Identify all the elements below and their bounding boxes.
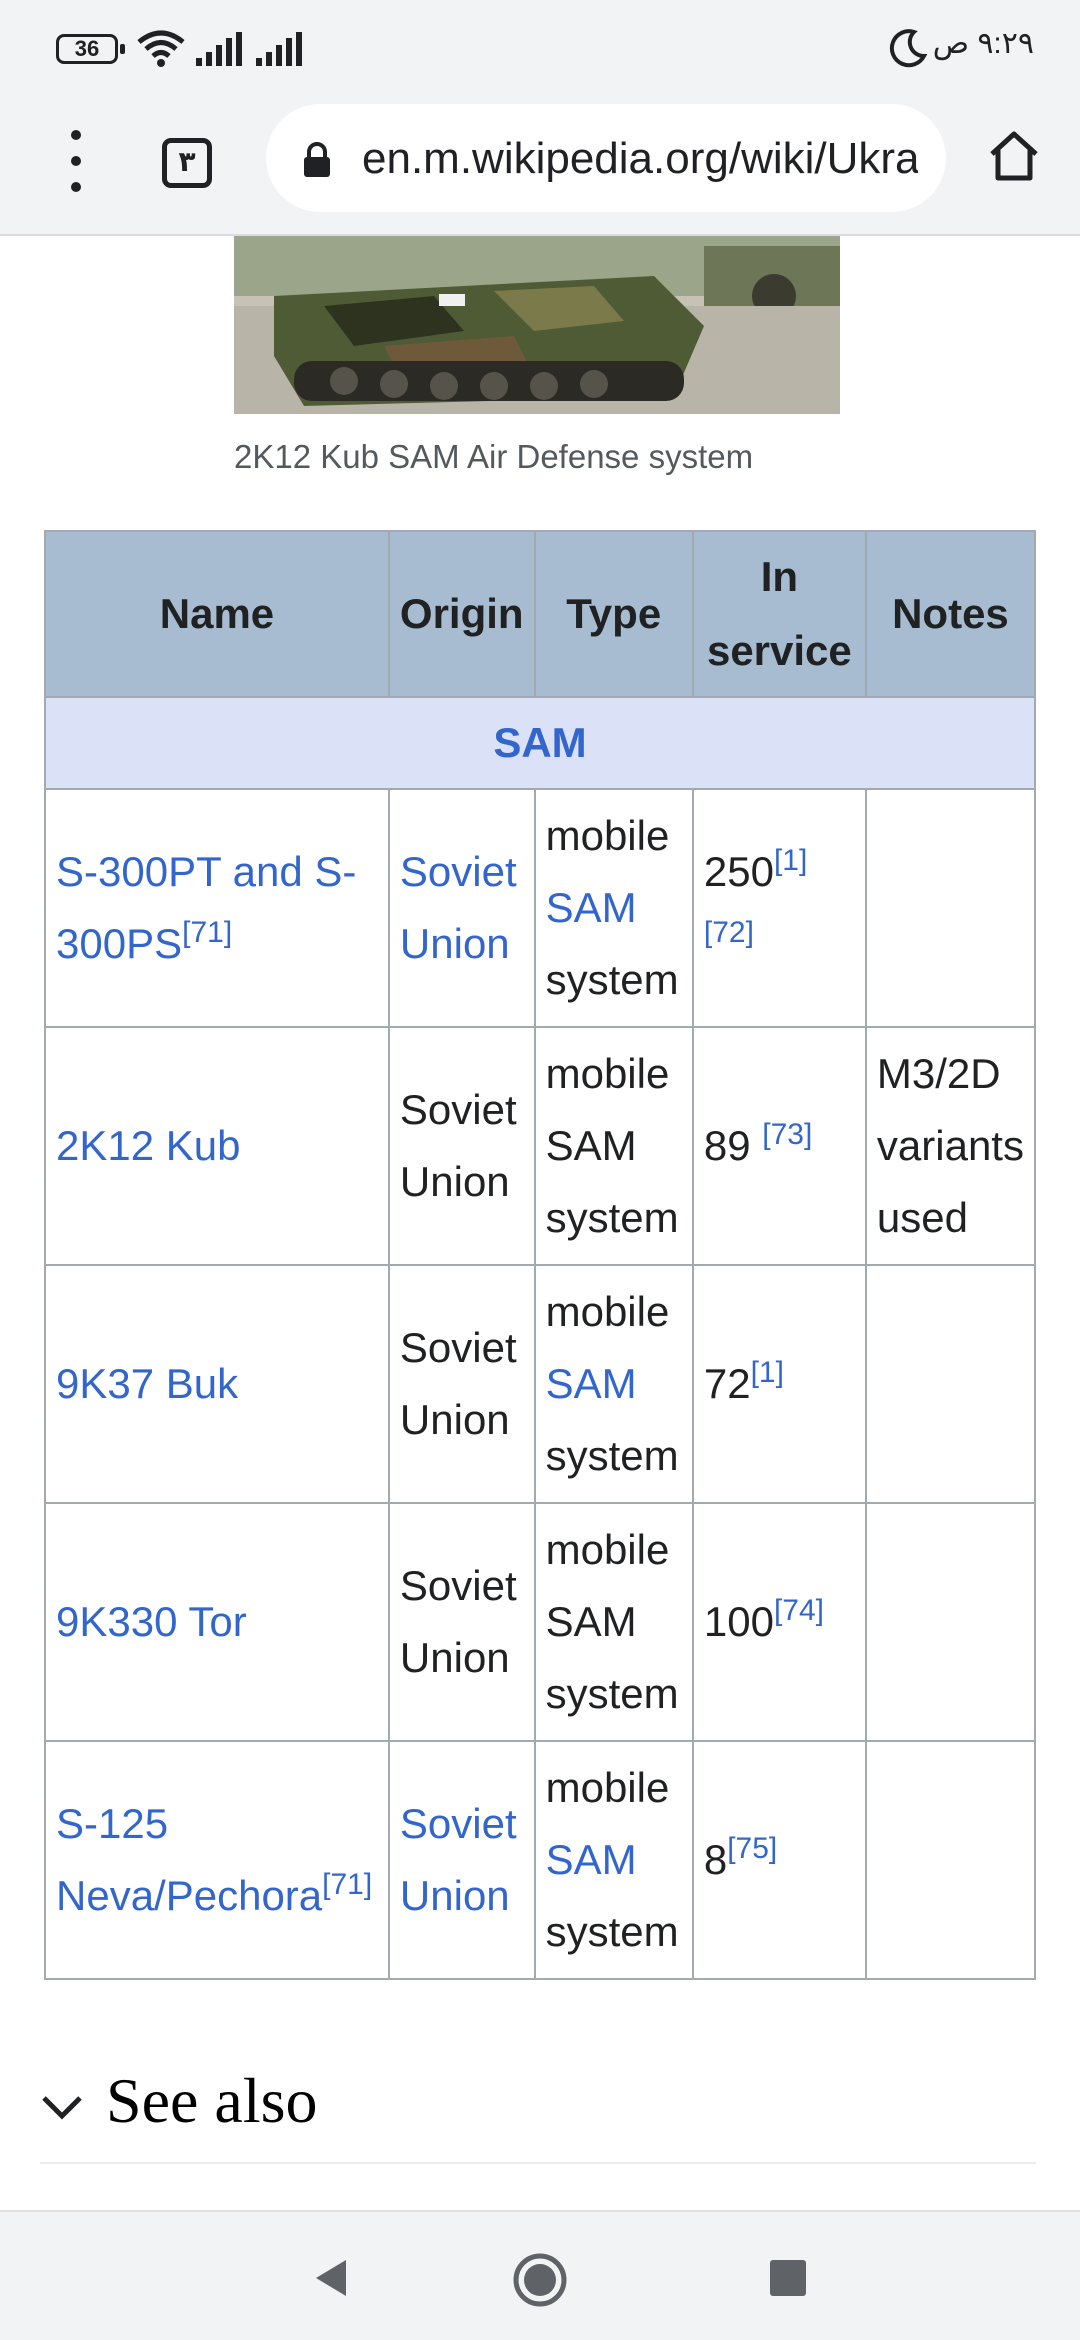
tab-count: ٣: [178, 146, 196, 177]
system-link[interactable]: 2K12 Kub: [56, 1122, 241, 1169]
cell-type: mobile SAM system: [533, 1264, 694, 1504]
menu-icon[interactable]: [56, 128, 96, 198]
type-text: mobile: [545, 812, 670, 859]
cell-origin: Soviet Union: [387, 1026, 536, 1266]
cell-in-service: 72[1]: [691, 1264, 867, 1504]
tab-switcher-button[interactable]: ٣: [162, 138, 212, 188]
in-service-value: 8: [703, 1836, 728, 1883]
battery-icon: 36: [56, 34, 125, 64]
cell-name[interactable]: 9K330 Tor: [44, 1502, 390, 1742]
type-text: system: [545, 956, 679, 1003]
cell-name[interactable]: 2K12 Kub: [44, 1026, 390, 1266]
signal-icon-2: [256, 32, 302, 66]
cell-notes: M3/2D variants used: [864, 1026, 1036, 1266]
cell-origin: Soviet Union: [387, 1264, 536, 1504]
sam-link[interactable]: SAM: [546, 1360, 637, 1407]
system-link[interactable]: S-125 Neva/Pechora: [56, 1800, 322, 1919]
home-nav-icon[interactable]: [512, 2252, 568, 2308]
lock-icon: [304, 142, 330, 177]
system-link[interactable]: 9K330 Tor: [56, 1598, 247, 1645]
header-in-service: In service: [691, 530, 867, 698]
origin-link[interactable]: Soviet Union: [400, 1800, 517, 1919]
table-row: S-300PT and S-300PS[71] Soviet Union mob…: [44, 788, 1036, 1028]
cell-type: mobile SAM system: [533, 1026, 694, 1266]
figure-caption: 2K12 Kub SAM Air Defense system: [234, 438, 754, 475]
table-row: 9K330 Tor Soviet Union mobile SAM system 1…: [44, 1502, 1036, 1742]
url-text: en.m.wikipedia.org/wiki/Ukra: [362, 134, 918, 183]
chevron-down-icon: [42, 2096, 82, 2120]
type-text: mobile: [545, 1764, 670, 1811]
wifi-icon: [137, 30, 185, 67]
section-title: See also: [106, 2065, 318, 2136]
clock: ٩:٢٩ ص: [932, 27, 1034, 60]
recents-icon[interactable]: [770, 2260, 806, 2296]
in-service-value: 72: [703, 1360, 751, 1407]
table-row: 2K12 Kub Soviet Union mobile SAM system 89…: [44, 1026, 1036, 1266]
in-service-value: 250: [703, 848, 774, 895]
home-icon[interactable]: [986, 128, 1042, 184]
in-service-value: 100: [703, 1598, 774, 1645]
sam-system-photo[interactable]: [234, 236, 840, 414]
table-row: S-125 Neva/Pechora[71] Soviet Union mobi…: [44, 1740, 1036, 1980]
cell-origin: Soviet Union: [387, 1502, 536, 1742]
cell-type: mobile SAM system: [533, 1740, 694, 1980]
photo-image: [234, 236, 840, 414]
header-origin: Origin: [387, 530, 536, 698]
ref-link[interactable]: [71]: [322, 1868, 372, 1901]
group-row: SAM: [44, 696, 1036, 790]
header-type: Type: [533, 530, 694, 698]
type-text: system: [545, 1908, 679, 1955]
table-row: 9K37 Buk Soviet Union mobile SAM system 72…: [44, 1264, 1036, 1504]
browser-toolbar: ٣ en.m.wikipedia.org/wiki/Ukra: [0, 98, 1080, 236]
page-content: 2K12 Kub SAM Air Defense system Name Ori…: [0, 236, 1080, 2210]
header-name: Name: [44, 530, 390, 698]
table-header-row: Name Origin Type In service Notes: [44, 530, 1036, 698]
cell-notes: [864, 1740, 1036, 1980]
type-text: SAM: [545, 1598, 637, 1645]
cell-in-service: 100[74]: [691, 1502, 867, 1742]
type-text: system: [545, 1670, 679, 1717]
sam-link[interactable]: SAM: [546, 1836, 637, 1883]
battery-level: 36: [74, 36, 100, 61]
header-notes: Notes: [864, 530, 1036, 698]
equipment-table[interactable]: Name Origin Type In service Notes SAM S-…: [44, 530, 1036, 1980]
cell-type: mobile SAM system: [533, 1502, 694, 1742]
cell-name[interactable]: S-125 Neva/Pechora[71]: [44, 1740, 390, 1980]
cell-notes: [864, 1264, 1036, 1504]
sam-link[interactable]: SAM: [546, 884, 637, 931]
in-service-value: 89: [703, 1122, 763, 1169]
cell-in-service: 250[1][72]: [691, 788, 867, 1028]
moon-icon: [889, 29, 928, 68]
ref-link[interactable]: [73]: [762, 1118, 812, 1151]
type-text: mobile: [545, 1050, 670, 1097]
cell-in-service: 8[75]: [691, 1740, 867, 1980]
group-label-sam[interactable]: SAM: [44, 696, 1036, 790]
cell-type: mobile SAM system: [533, 788, 694, 1028]
url-bar[interactable]: en.m.wikipedia.org/wiki/Ukra: [266, 104, 946, 212]
ref-link[interactable]: [75]: [727, 1832, 777, 1865]
cell-origin[interactable]: Soviet Union: [387, 1740, 536, 1980]
status-bar: 36 ٩:٢٩ ص: [0, 0, 1080, 98]
signal-icon: [196, 32, 242, 66]
type-text: mobile: [545, 1288, 670, 1335]
type-text: mobile: [545, 1526, 670, 1573]
back-icon[interactable]: [310, 2256, 350, 2300]
type-text: system: [545, 1432, 679, 1479]
system-link[interactable]: S-300PT and S-300PS: [56, 848, 356, 967]
cell-notes: [864, 1502, 1036, 1742]
type-text: SAM: [545, 1122, 637, 1169]
system-nav-bar: [0, 2210, 1080, 2340]
cell-name[interactable]: S-300PT and S-300PS[71]: [44, 788, 390, 1028]
type-text: system: [545, 1194, 679, 1241]
ref-link[interactable]: [1]: [751, 1356, 784, 1389]
system-link[interactable]: 9K37 Buk: [56, 1360, 238, 1407]
cell-in-service: 89 [73]: [691, 1026, 867, 1266]
origin-link[interactable]: Soviet Union: [400, 848, 517, 967]
ref-link[interactable]: [74]: [774, 1594, 824, 1627]
see-also-section-header[interactable]: See also: [40, 2042, 1036, 2164]
ref-link[interactable]: [71]: [182, 916, 232, 949]
cell-name[interactable]: 9K37 Buk: [44, 1264, 390, 1504]
cell-origin[interactable]: Soviet Union: [387, 788, 536, 1028]
cell-notes: [864, 788, 1036, 1028]
